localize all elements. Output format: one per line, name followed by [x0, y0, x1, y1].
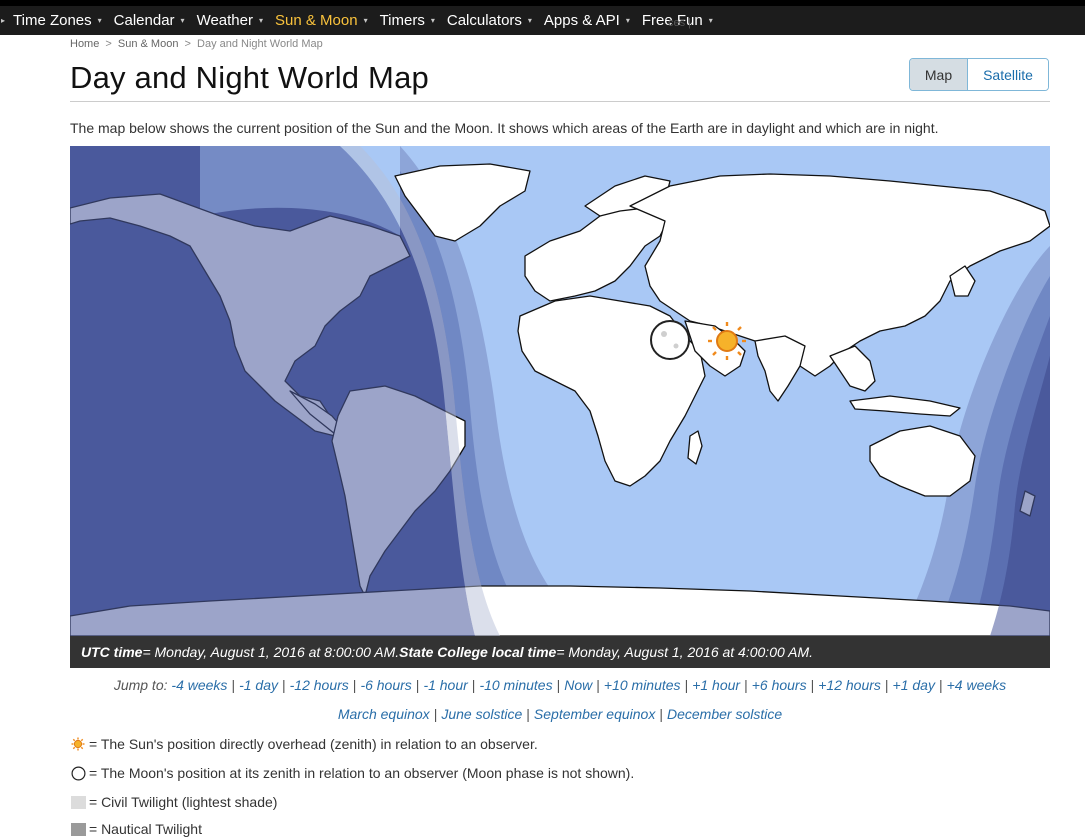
chevron-down-icon: ▾ [430, 16, 435, 25]
map-view-button[interactable]: Map [910, 59, 968, 90]
satellite-view-button[interactable]: Satellite [968, 59, 1048, 90]
link-separator: | [352, 677, 357, 693]
legend-civil: = Civil Twilight (lightest shade) [70, 794, 277, 810]
intro-text: The map below shows the current position… [70, 120, 939, 136]
jump-link[interactable]: -6 hours [360, 677, 411, 693]
utc-value: = Monday, August 1, 2016 at 8:00:00 AM. [142, 644, 400, 660]
nav-item-calendar[interactable]: Calendar ▾ [109, 6, 192, 35]
jump-link[interactable]: -12 hours [290, 677, 349, 693]
legend-nautical: = Nautical Twilight [70, 821, 202, 837]
season-links: March equinox | June solstice | September eq… [0, 706, 1085, 722]
breadcrumb-sun-moon[interactable]: Sun & Moon [118, 38, 179, 50]
link-separator: | [282, 677, 286, 693]
link-separator: | [744, 677, 748, 693]
link-separator: | [884, 677, 889, 693]
link-separator: | [526, 706, 530, 722]
jump-link[interactable]: +4 weeks [947, 677, 1007, 693]
link-separator: | [415, 677, 420, 693]
nav-ghost-text: ces | [668, 17, 692, 29]
nav-item-label: Calendar [113, 12, 175, 29]
civil-twilight-swatch [70, 794, 86, 810]
nav-lead-caret-icon: ▸ [1, 16, 6, 25]
top-nav: ▸ Time Zones ▾ Calendar ▾ Weather ▾ Sun & Moon ▾… [0, 0, 1085, 35]
link-separator: | [556, 677, 561, 693]
chevron-down-icon: ▾ [363, 16, 368, 25]
nav-menu: ▸ Time Zones ▾ Calendar ▾ Weather ▾ Sun & Moon ▾… [0, 6, 1085, 35]
breadcrumb-separator: > [184, 38, 191, 50]
jump-link[interactable]: +6 hours [752, 677, 807, 693]
link-separator: | [659, 706, 663, 722]
sun-legend-icon [70, 736, 86, 752]
jump-link[interactable]: -1 hour [423, 677, 467, 693]
breadcrumb-separator: > [105, 38, 112, 50]
season-link[interactable]: December solstice [667, 706, 782, 722]
nav-item-label: Timers [379, 12, 425, 29]
jump-link[interactable]: +10 minutes [604, 677, 681, 693]
legend-civil-text: = Civil Twilight (lightest shade) [89, 794, 278, 810]
link-separator: | [938, 677, 943, 693]
legend-sun-text: = The Sun's position directly overhead (… [89, 736, 538, 752]
nav-item-time-zones[interactable]: Time Zones ▾ [8, 6, 109, 35]
season-link[interactable]: June solstice [441, 706, 522, 722]
breadcrumb-current: Day and Night World Map [197, 38, 323, 50]
jump-link[interactable]: +1 hour [692, 677, 740, 693]
nav-item-timers[interactable]: Timers ▾ [375, 6, 442, 35]
nav-item-calculators[interactable]: Calculators ▾ [442, 6, 539, 35]
time-bar: UTC time = Monday, August 1, 2016 at 8:0… [70, 636, 1050, 668]
local-time-value: = Monday, August 1, 2016 at 4:00:00 AM. [556, 644, 814, 660]
link-separator: | [684, 677, 689, 693]
breadcrumb: Home > Sun & Moon > Day and Night World … [70, 38, 323, 50]
nav-item-label: Time Zones [13, 12, 92, 29]
legend-nautical-text: = Nautical Twilight [89, 821, 202, 837]
breadcrumb-home[interactable]: Home [70, 38, 99, 50]
title-divider [70, 101, 1050, 102]
chevron-down-icon: ▾ [180, 16, 185, 25]
jump-link[interactable]: -1 day [239, 677, 278, 693]
link-separator: | [471, 677, 476, 693]
link-separator: | [596, 677, 600, 693]
chevron-down-icon: ▾ [97, 16, 102, 25]
legend-moon-text: = The Moon's position at its zenith in r… [89, 765, 635, 781]
moon-legend-icon [70, 765, 86, 781]
page-title: Day and Night World Map [70, 60, 429, 95]
jump-links: Jump to: -4 weeks | -1 day | -12 hours | -6 ho… [0, 677, 1085, 693]
local-time-label: State College local time [399, 644, 557, 660]
jump-prefix: Jump to: [113, 677, 172, 693]
moon-icon [650, 320, 690, 360]
season-link[interactable]: March equinox [338, 706, 430, 722]
nav-item-apps-api[interactable]: Apps & API ▾ [539, 6, 637, 35]
jump-link[interactable]: Now [564, 677, 592, 693]
jump-link[interactable]: +1 day [893, 677, 935, 693]
season-link[interactable]: September equinox [534, 706, 655, 722]
chevron-down-icon: ▾ [625, 16, 630, 25]
nav-item-weather[interactable]: Weather ▾ [192, 6, 270, 35]
jump-link[interactable]: -4 weeks [171, 677, 227, 693]
view-toggle: Map Satellite [909, 58, 1049, 91]
chevron-down-icon: ▾ [708, 16, 713, 25]
nautical-twilight-swatch [70, 821, 86, 837]
link-separator: | [231, 677, 236, 693]
nav-item-label: Weather [196, 12, 253, 29]
day-night-map: UTC time = Monday, August 1, 2016 at 8:0… [70, 146, 1050, 668]
legend-sun: = The Sun's position directly overhead (… [70, 736, 538, 752]
world-map-svg[interactable] [70, 146, 1050, 636]
utc-label: UTC time [81, 644, 143, 660]
jump-link[interactable]: +12 hours [818, 677, 881, 693]
nav-item-label: Apps & API [543, 12, 620, 29]
link-separator: | [810, 677, 815, 693]
chevron-down-icon: ▾ [527, 16, 532, 25]
nav-item-sun-moon[interactable]: Sun & Moon ▾ [270, 6, 375, 35]
jump-link[interactable]: -10 minutes [479, 677, 552, 693]
chevron-down-icon: ▾ [258, 16, 263, 25]
nav-item-label: Sun & Moon [275, 12, 358, 29]
nav-item-label: Calculators [446, 12, 522, 29]
legend-moon: = The Moon's position at its zenith in r… [70, 765, 634, 781]
link-separator: | [433, 706, 438, 722]
